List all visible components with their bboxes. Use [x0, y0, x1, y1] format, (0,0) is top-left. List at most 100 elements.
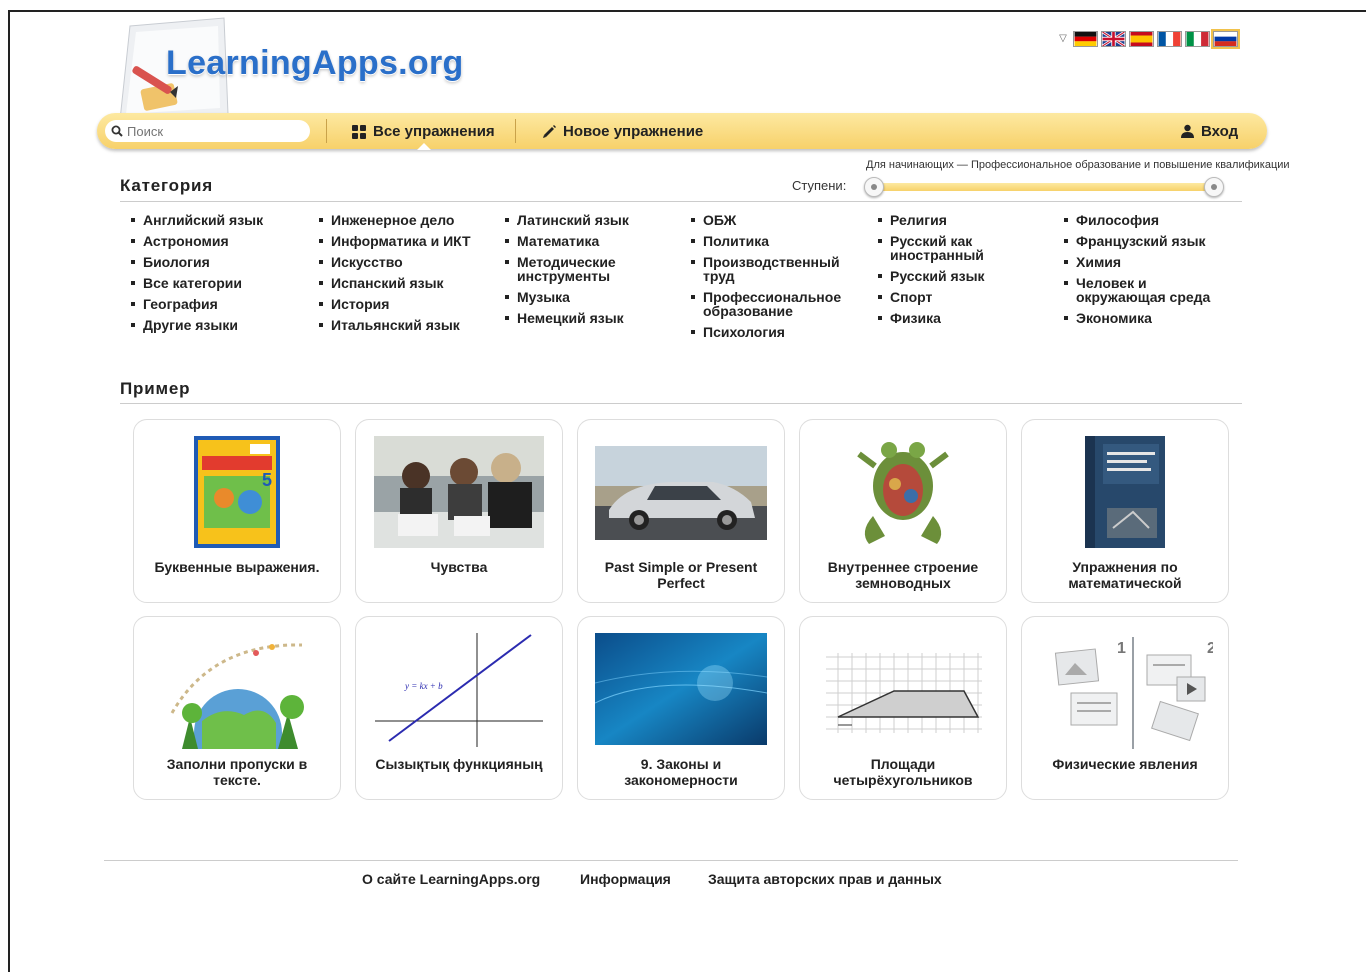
example-card[interactable]: 9. Законы и закономерности — [577, 616, 785, 800]
category-link[interactable]: Немецкий язык — [501, 311, 661, 325]
slider-handle-max[interactable] — [1204, 177, 1224, 197]
category-link[interactable]: Политика — [687, 234, 859, 248]
chevron-down-icon[interactable]: ▽ — [1056, 32, 1070, 46]
svg-text:5: 5 — [262, 470, 272, 490]
category-link[interactable]: Другие языки — [127, 318, 307, 332]
examples-title: Пример — [120, 379, 191, 398]
example-card[interactable]: Внутреннее строение земноводных — [799, 419, 1007, 603]
category-link[interactable]: Философия — [1060, 213, 1230, 227]
card-caption: Буквенные выражения. — [154, 559, 320, 575]
category-column-6: Философия Французский язык Химия Человек… — [1060, 213, 1230, 332]
example-card[interactable]: Площади четырёхугольников — [799, 616, 1007, 800]
category-link[interactable]: Инженерное дело — [315, 213, 495, 227]
category-column-4: ОБЖ Политика Производственный труд Профе… — [687, 213, 859, 346]
trapezoid-grid-image — [800, 633, 1006, 749]
category-link[interactable]: Музыка — [501, 290, 661, 304]
info-link[interactable]: Информация — [580, 871, 671, 887]
linear-function-graph-image: y = kx + b — [356, 633, 562, 749]
levels-label: Ступени: — [792, 178, 847, 193]
category-link[interactable]: Профессиональное образование — [687, 290, 859, 318]
examples-divider — [120, 403, 1242, 404]
category-link[interactable]: Экономика — [1060, 311, 1230, 325]
frog-anatomy-image — [800, 436, 1006, 552]
toolbar-divider — [326, 119, 327, 143]
category-link[interactable]: Спорт — [874, 290, 1014, 304]
grid-icon — [352, 124, 366, 139]
about-link[interactable]: О сайте LearningApps.org — [362, 871, 540, 887]
category-link[interactable]: Математика — [501, 234, 661, 248]
search-input[interactable] — [127, 123, 297, 139]
card-caption: Past Simple or Present Perfect — [604, 559, 758, 591]
category-link[interactable]: ОБЖ — [687, 213, 859, 227]
category-link[interactable]: Физика — [874, 311, 1014, 325]
category-link[interactable]: Методические инструменты — [501, 255, 661, 283]
category-link[interactable]: Итальянский язык — [315, 318, 495, 332]
flag-ru-icon[interactable] — [1211, 29, 1240, 49]
category-link[interactable]: Религия — [874, 213, 1014, 227]
flag-en-icon[interactable] — [1101, 31, 1126, 47]
flag-it-icon[interactable] — [1185, 31, 1210, 47]
category-column-2: Инженерное дело Информатика и ИКТ Искусс… — [315, 213, 495, 339]
matching-icons-image: 1 2 — [1022, 633, 1228, 749]
category-link[interactable]: Русский как иностранный — [874, 234, 1014, 262]
privacy-link[interactable]: Защита авторских прав и данных — [708, 871, 942, 887]
card-caption: Внутреннее строение земноводных — [827, 559, 979, 591]
search-box[interactable] — [105, 120, 310, 142]
category-link[interactable]: Все категории — [127, 276, 307, 290]
all-exercises-label: Все упражнения — [373, 122, 495, 140]
category-link[interactable]: Химия — [1060, 255, 1230, 269]
example-card[interactable]: y = kx + b Сызықтық функцияның — [355, 616, 563, 800]
category-link[interactable]: Искусство — [315, 255, 495, 269]
levels-caption: Для начинающих — Профессиональное образо… — [866, 159, 1290, 171]
category-link[interactable]: Французский язык — [1060, 234, 1230, 248]
flag-de-icon[interactable] — [1073, 31, 1098, 47]
flag-fr-icon[interactable] — [1157, 31, 1182, 47]
category-column-3: Латинский язык Математика Методические и… — [501, 213, 661, 332]
math-book-cover-image: 5 — [134, 436, 340, 552]
card-caption: 9. Законы и закономерности — [624, 756, 738, 788]
search-icon — [111, 125, 123, 137]
user-icon — [1181, 124, 1194, 138]
example-card[interactable]: Чувства — [355, 419, 563, 603]
category-link[interactable]: Английский язык — [127, 213, 307, 227]
category-link[interactable]: Биология — [127, 255, 307, 269]
footer-divider — [104, 860, 1238, 861]
language-selector[interactable]: ▽ — [1056, 29, 1240, 49]
category-column-1: Английский язык Астрономия Биология Все … — [127, 213, 307, 339]
example-card[interactable]: 5 Буквенные выражения. — [133, 419, 341, 603]
card-caption: Заполни пропуски в тексте. — [166, 756, 308, 788]
svg-text:1: 1 — [1117, 640, 1126, 657]
category-link[interactable]: Латинский язык — [501, 213, 661, 227]
flag-es-icon[interactable] — [1129, 31, 1154, 47]
category-link[interactable]: Человек и окружающая среда — [1060, 276, 1230, 304]
login-label: Вход — [1201, 122, 1239, 140]
pencil-icon — [543, 124, 556, 138]
example-card[interactable]: Упражнения по математической — [1021, 419, 1229, 603]
card-caption: Физические явления — [1052, 756, 1198, 772]
slider-track[interactable] — [874, 183, 1214, 191]
card-caption: Чувства — [430, 559, 488, 575]
active-tab-indicator — [417, 143, 431, 150]
category-link[interactable]: Астрономия — [127, 234, 307, 248]
login-button[interactable]: Вход — [1180, 113, 1238, 149]
new-exercise-button[interactable]: Новое упражнение — [542, 113, 703, 149]
category-link[interactable]: Производственный труд — [687, 255, 859, 283]
slider-handle-min[interactable] — [864, 177, 884, 197]
example-card[interactable]: Заполни пропуски в тексте. — [133, 616, 341, 800]
main-toolbar: Все упражнения Новое упражнение Вход — [97, 113, 1267, 150]
category-link[interactable]: География — [127, 297, 307, 311]
category-link[interactable]: Русский язык — [874, 269, 1014, 283]
example-card[interactable]: Past Simple or Present Perfect — [577, 419, 785, 603]
category-link[interactable]: Психология — [687, 325, 859, 339]
levels-slider[interactable] — [862, 177, 1226, 197]
category-title: Категория — [120, 176, 214, 195]
new-exercise-label: Новое упражнение — [563, 122, 704, 140]
category-link[interactable]: Информатика и ИКТ — [315, 234, 495, 248]
example-card[interactable]: 1 2 Физические явления — [1021, 616, 1229, 800]
logo-text[interactable]: LearningApps.org — [166, 44, 464, 83]
category-link[interactable]: Испанский язык — [315, 276, 495, 290]
people-photo-image — [356, 436, 562, 552]
card-caption: Сызықтық функцияның — [375, 756, 543, 772]
digital-blue-image — [578, 633, 784, 749]
category-link[interactable]: История — [315, 297, 495, 311]
